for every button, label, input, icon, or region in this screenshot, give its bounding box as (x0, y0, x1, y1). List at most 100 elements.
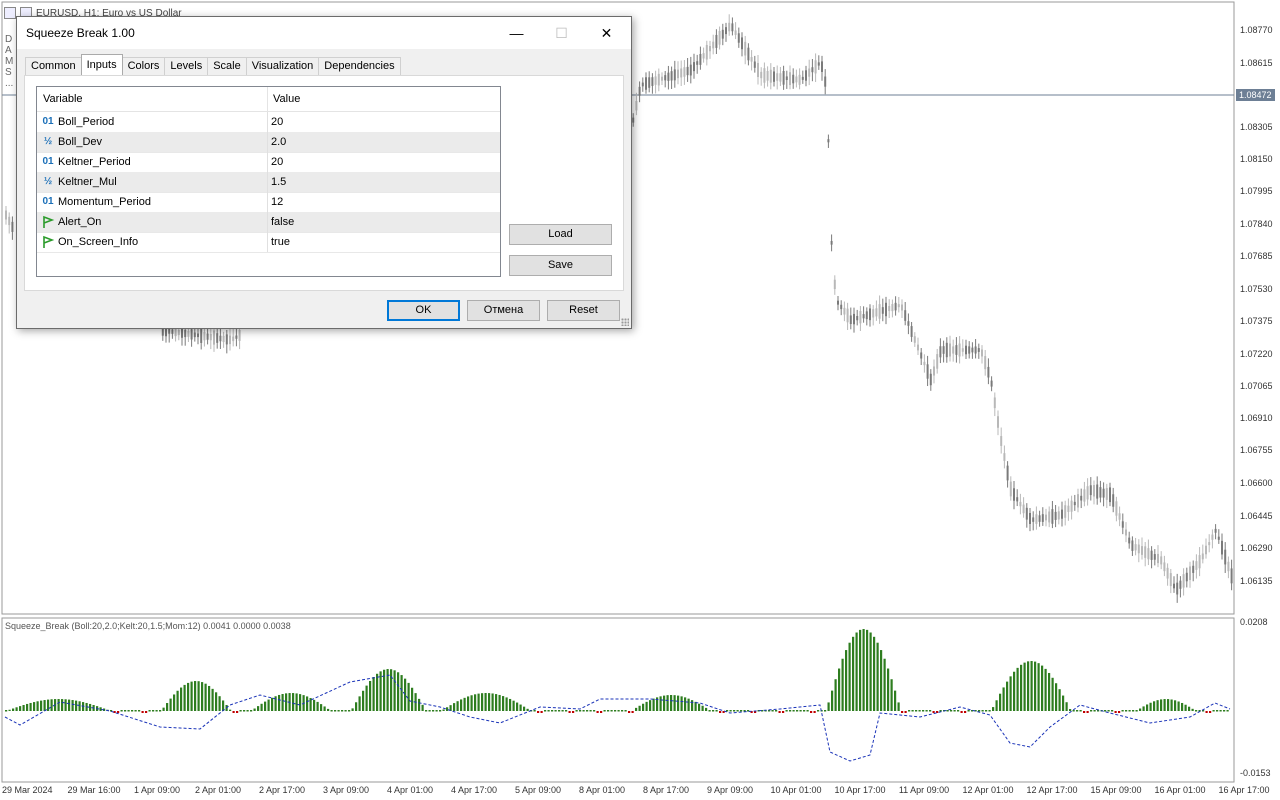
candle-body (197, 333, 199, 338)
tab-dependencies[interactable]: Dependencies (318, 57, 401, 75)
histogram-bar (1132, 710, 1135, 712)
candle-body (760, 71, 763, 79)
param-row[interactable]: Alert_On false (37, 212, 500, 233)
tab-visualization[interactable]: Visualization (245, 57, 320, 75)
histogram-bar (904, 711, 907, 713)
histogram-bar (1160, 699, 1163, 711)
candle-body (945, 342, 948, 358)
histogram-bar (411, 687, 414, 711)
load-button[interactable]: Load (509, 224, 612, 245)
candle-body (881, 307, 884, 314)
histogram-bar (8, 709, 11, 711)
histogram-bar (509, 698, 512, 711)
indicator-subwindow[interactable] (0, 617, 1280, 800)
candle-body (987, 366, 990, 378)
candle-body (1153, 554, 1156, 560)
histogram-bar (1135, 710, 1138, 712)
param-value[interactable]: 1.5 (271, 176, 286, 188)
histogram-bar (953, 710, 956, 712)
histogram-bar (229, 709, 232, 711)
histogram-bar (474, 694, 477, 711)
candle-body (1093, 485, 1095, 497)
histogram-bar (628, 711, 631, 713)
indicator-properties-dialog[interactable]: Squeeze Break 1.00 — ☐ ✕ Common Inputs Col… (16, 16, 632, 329)
candle-body (696, 61, 699, 65)
reset-button[interactable]: Reset (547, 300, 620, 321)
histogram-bar (981, 710, 984, 712)
minimize-button[interactable]: — (494, 17, 539, 49)
candle-body (1176, 582, 1179, 595)
histogram-bar (327, 708, 330, 711)
header-divider[interactable] (267, 87, 268, 111)
tab-common[interactable]: Common (25, 57, 82, 75)
param-value[interactable]: false (271, 216, 294, 228)
ok-button[interactable]: OK (387, 300, 460, 321)
histogram-bar (785, 710, 788, 712)
candle-body (1019, 501, 1022, 507)
candle-body (693, 62, 695, 72)
histogram-bar (183, 684, 186, 711)
candle-body (705, 44, 708, 60)
histogram-bar (733, 710, 736, 712)
tab-inputs[interactable]: Inputs (80, 54, 123, 75)
param-row[interactable]: 01 Momentum_Period 12 (37, 192, 500, 213)
histogram-bar (1030, 661, 1033, 711)
time-tick-label: 11 Apr 09:00 (898, 785, 950, 795)
close-button[interactable]: ✕ (584, 17, 629, 49)
param-row[interactable]: 01 Boll_Period 20 (37, 112, 500, 133)
histogram-bar (393, 670, 396, 711)
inputs-grid[interactable]: Variable Value 01 Boll_Period 20 ½ Boll_Dev 2… (36, 86, 501, 277)
price-tick-label: 1.06135 (1240, 576, 1273, 586)
cell-divider (267, 192, 268, 212)
histogram-bar (127, 710, 130, 712)
param-row[interactable]: 01 Keltner_Period 20 (37, 152, 500, 173)
histogram-bar (460, 699, 463, 711)
resize-grip-icon[interactable] (621, 318, 629, 326)
param-value[interactable]: 12 (271, 196, 283, 208)
param-row[interactable]: ½ Boll_Dev 2.0 (37, 132, 500, 153)
candle-body (785, 76, 788, 81)
dialog-tabs: Common Inputs Colors Levels Scale Visualizati… (25, 54, 401, 75)
minimize-icon: — (509, 25, 524, 41)
candle-body (1077, 494, 1079, 508)
histogram-bar (47, 699, 50, 711)
param-row[interactable]: ½ Keltner_Mul 1.5 (37, 172, 500, 193)
candle-body (821, 61, 823, 72)
histogram-bar (1195, 710, 1198, 712)
histogram-bar (1205, 711, 1208, 713)
candle-body (177, 330, 180, 336)
histogram-bar (1104, 710, 1107, 712)
histogram-bar (547, 710, 550, 712)
histogram-bar (523, 706, 526, 711)
histogram-bar (680, 696, 683, 711)
candle-body (1150, 550, 1153, 560)
dialog-title-bar[interactable]: Squeeze Break 1.00 — ☐ ✕ (17, 17, 631, 49)
candle-body (997, 416, 999, 428)
candle-body (1189, 566, 1191, 580)
candle-body (731, 23, 734, 32)
param-value[interactable]: 20 (271, 116, 283, 128)
save-button[interactable]: Save (509, 255, 612, 276)
candle-body (1144, 546, 1147, 558)
param-value[interactable]: 20 (271, 156, 283, 168)
histogram-bar (453, 703, 456, 711)
histogram-bar (295, 693, 298, 711)
cancel-button[interactable]: Отмена (467, 300, 540, 321)
candle-body (1070, 500, 1073, 512)
candle-body (1006, 465, 1009, 481)
candle-body (1157, 553, 1159, 564)
tab-scale[interactable]: Scale (207, 57, 247, 75)
histogram-bar (715, 710, 718, 712)
param-row[interactable]: On_Screen_Info true (37, 232, 500, 253)
candle-body (1166, 567, 1169, 579)
tab-colors[interactable]: Colors (121, 57, 166, 75)
histogram-bar (1174, 700, 1177, 711)
candle-body (878, 304, 881, 319)
histogram-bar (120, 710, 123, 712)
histogram-bar (40, 700, 43, 711)
param-value[interactable]: true (271, 236, 290, 248)
param-value[interactable]: 2.0 (271, 136, 286, 148)
tab-levels[interactable]: Levels (164, 57, 209, 75)
candle-body (933, 366, 935, 376)
candle-body (651, 77, 654, 86)
